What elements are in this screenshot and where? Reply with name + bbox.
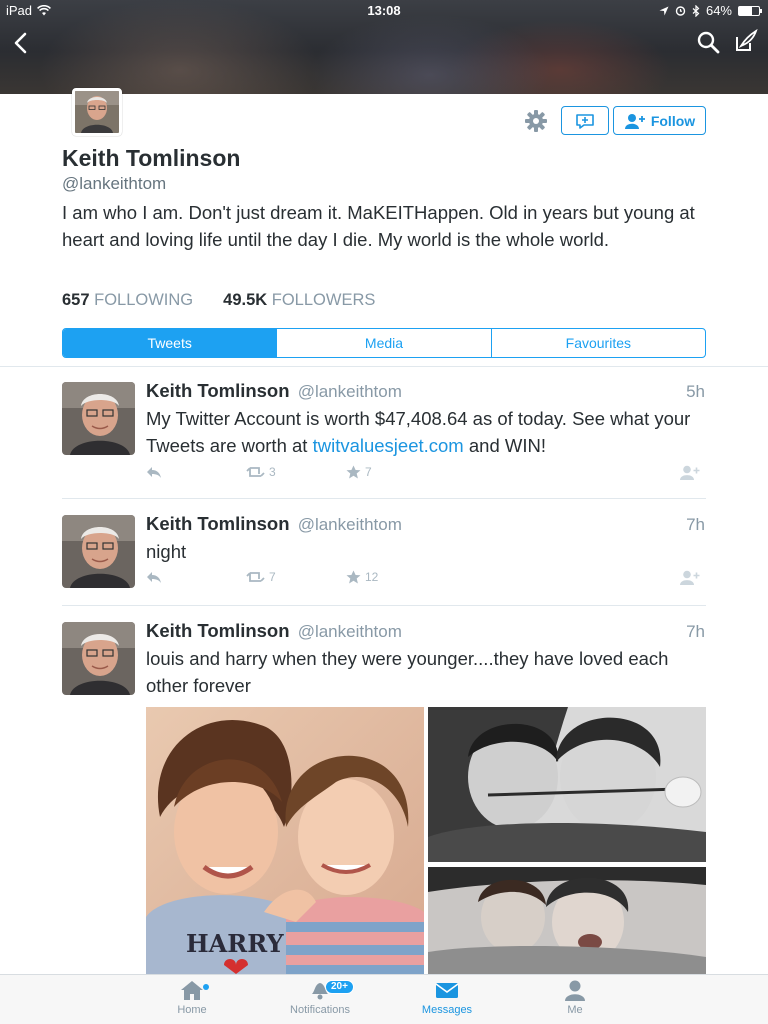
- star-icon: [346, 570, 361, 584]
- status-bar: iPad 13:08 64%: [0, 0, 768, 22]
- favorite-button[interactable]: 7: [346, 465, 372, 479]
- tweet-avatar[interactable]: [62, 622, 135, 695]
- following-stat[interactable]: 657 FOLLOWING: [62, 291, 193, 310]
- retweet-count: 3: [269, 465, 276, 479]
- tab-favourites[interactable]: Favourites: [490, 329, 705, 357]
- message-icon: [576, 113, 594, 129]
- tweet-media-grid: HARRY: [146, 707, 706, 974]
- following-count: 657: [62, 291, 90, 309]
- tweet-photo[interactable]: [428, 867, 706, 974]
- tabbar-home-label: Home: [177, 1004, 207, 1016]
- retweet-icon: [246, 572, 265, 582]
- favorite-count: 12: [365, 570, 379, 584]
- followers-stat[interactable]: 49.5K FOLLOWERS: [223, 291, 375, 310]
- shirt-text: HARRY: [186, 929, 284, 958]
- tweet-author-name[interactable]: Keith Tomlinson: [146, 380, 290, 401]
- tweet-header: Keith Tomlinson @lankeithtom: [146, 380, 402, 402]
- favorite-button[interactable]: 12: [346, 570, 378, 584]
- battery-level: [739, 6, 752, 15]
- bottom-tab-bar: Home Notifications 20+ Messages Me: [0, 974, 768, 1024]
- tweet-author-name[interactable]: Keith Tomlinson: [146, 620, 290, 641]
- tabbar-me[interactable]: Me: [530, 979, 620, 1016]
- tweet-avatar[interactable]: [62, 515, 135, 588]
- tweet-text: night: [146, 541, 187, 562]
- status-right: 64%: [659, 3, 762, 18]
- tweet-author-handle: @lankeithtom: [297, 515, 402, 534]
- profile-tabs: Tweets Media Favourites: [62, 328, 706, 358]
- back-icon[interactable]: [8, 30, 34, 56]
- tabbar-notifications[interactable]: Notifications 20+: [275, 979, 365, 1016]
- follow-label: Follow: [650, 112, 696, 129]
- bluetooth-icon: [692, 4, 700, 17]
- location-icon: [659, 6, 669, 15]
- star-icon: [346, 465, 361, 479]
- retweet-button[interactable]: 7: [246, 570, 276, 584]
- tweet-actions: 7 12: [146, 570, 706, 588]
- profile-header-banner: iPad 13:08 64%: [0, 0, 768, 94]
- profile-avatar[interactable]: [72, 88, 122, 136]
- tweet-timestamp: 7h: [686, 515, 705, 534]
- reply-icon: [147, 467, 161, 478]
- favorite-count: 7: [365, 465, 372, 479]
- compose-icon[interactable]: [734, 29, 758, 53]
- tweet-author-handle: @lankeithtom: [297, 382, 402, 401]
- tabbar-notifications-label: Notifications: [290, 1004, 350, 1016]
- reply-button[interactable]: [146, 465, 162, 479]
- battery-icon: [738, 5, 762, 16]
- clock: 13:08: [367, 3, 401, 18]
- tweet-link[interactable]: twitvaluesjeet.com: [313, 435, 464, 456]
- profile-stats: 657 FOLLOWING 49.5K FOLLOWERS: [62, 291, 375, 310]
- followers-count: 49.5K: [223, 291, 268, 309]
- tweet-author-handle: @lankeithtom: [297, 622, 402, 641]
- alarm-icon: [675, 6, 686, 16]
- follow-author-button[interactable]: [680, 465, 700, 480]
- follow-author-button[interactable]: [680, 570, 700, 585]
- profile-handle: @lankeithtom: [62, 174, 167, 193]
- profile-bio: I am who I am. Don't just dream it. MaKE…: [62, 202, 695, 250]
- tweet-text: My Twitter Account is worth $47,408.64 a…: [146, 405, 706, 459]
- add-user-icon: [680, 570, 700, 585]
- retweet-count: 7: [269, 570, 276, 584]
- envelope-icon: [435, 983, 459, 998]
- followers-label: FOLLOWERS: [271, 291, 376, 309]
- search-icon[interactable]: [696, 30, 720, 54]
- tweet-avatar[interactable]: [62, 382, 135, 455]
- tweet-divider: [62, 498, 706, 499]
- tweet-photo[interactable]: [428, 707, 706, 862]
- tweet-actions: 3 7: [146, 465, 706, 483]
- home-icon: [181, 981, 203, 1000]
- tabbar-messages[interactable]: Messages: [402, 979, 492, 1016]
- battery-percent: 64%: [705, 3, 732, 18]
- reply-button[interactable]: [146, 570, 162, 584]
- new-content-dot: [203, 984, 209, 990]
- retweet-icon: [246, 467, 265, 477]
- tweet-timestamp: 5h: [686, 382, 705, 401]
- section-divider: [0, 366, 768, 367]
- person-icon: [565, 980, 585, 1001]
- notifications-badge: 20+: [325, 980, 354, 994]
- direct-message-button[interactable]: [561, 106, 609, 135]
- tweet-text: louis and harry when they were younger..…: [146, 648, 669, 696]
- profile-name: Keith Tomlinson: [62, 145, 241, 171]
- reply-icon: [147, 572, 161, 583]
- tweet-timestamp: 7h: [686, 622, 705, 641]
- following-label: FOLLOWING: [94, 291, 194, 309]
- tweet-header: Keith Tomlinson @lankeithtom: [146, 620, 402, 642]
- add-user-icon: [680, 465, 700, 480]
- tab-media[interactable]: Media: [276, 329, 490, 357]
- tab-tweets[interactable]: Tweets: [63, 329, 277, 357]
- tabbar-home[interactable]: Home: [147, 979, 237, 1016]
- retweet-button[interactable]: 3: [246, 465, 276, 479]
- tabbar-me-label: Me: [567, 1004, 583, 1016]
- add-user-icon: [624, 113, 645, 129]
- tweet-text-end: and WIN!: [463, 435, 546, 456]
- tweet-divider: [62, 605, 706, 606]
- tabbar-messages-label: Messages: [421, 1004, 473, 1016]
- gear-icon[interactable]: [523, 108, 549, 134]
- follow-button[interactable]: Follow: [613, 106, 706, 135]
- tweet-author-name[interactable]: Keith Tomlinson: [146, 513, 290, 534]
- tweet-header: Keith Tomlinson @lankeithtom: [146, 513, 402, 535]
- tweet-photo[interactable]: HARRY: [146, 707, 424, 974]
